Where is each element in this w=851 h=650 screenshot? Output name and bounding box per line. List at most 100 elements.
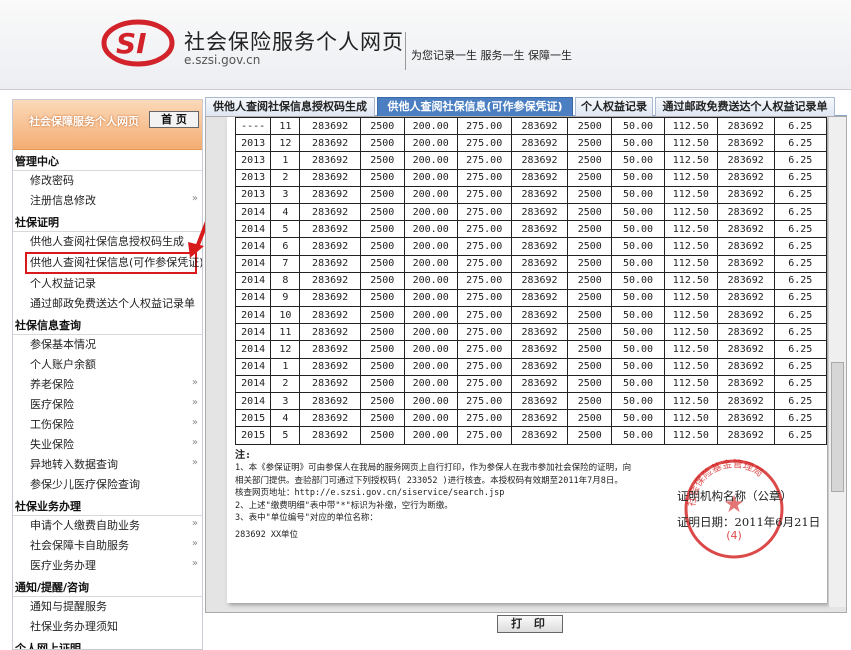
sidebar-item[interactable]: 修改密码	[13, 171, 202, 191]
sidebar-item-label: 失业保险	[30, 438, 74, 451]
tab[interactable]: 供他人查阅社保信息授权码生成	[205, 97, 375, 116]
scrollbar-thumb[interactable]	[831, 362, 844, 492]
table-cell: 283692	[299, 151, 361, 170]
table-cell: 283692	[510, 323, 569, 342]
sidebar-item[interactable]: 注册信息修改»	[13, 191, 202, 211]
sidebar-item[interactable]: 供他人查阅社保信息授权码生成	[13, 232, 202, 252]
sidebar: 社会保障服务个人网页 首 页 管理中心 修改密码 注册信息修改» 社保证明 供他人查阅社…	[12, 99, 203, 650]
table-cell: 9	[270, 288, 301, 308]
sidebar-item[interactable]: 医疗业务办理 »	[13, 556, 202, 576]
table-cell: 112.50	[663, 254, 718, 273]
sidebar-item-label: 通过邮政免费送达个人权益记录单	[30, 297, 195, 310]
table-cell: 283692	[510, 391, 569, 411]
table-cell: 283692	[716, 288, 775, 308]
sidebar-item[interactable]: 社会保障卡自助服务 »	[13, 536, 202, 556]
document-viewer: ---- 11 283692 2500 200.00 275.00 283692 2500 50…	[205, 116, 847, 613]
sidebar-item[interactable]: 养老保险 »	[13, 375, 202, 395]
sidebar-item-label: 注册信息修改	[30, 194, 96, 207]
sidebar-item[interactable]: 个人权益记录	[13, 274, 202, 294]
table-cell: 283692	[299, 391, 361, 411]
site-title: 社会保险服务个人网页	[184, 30, 404, 54]
table-cell: 2014	[234, 202, 272, 222]
sidebar-item[interactable]: 工伤保险 »	[13, 415, 202, 435]
table-cell: 275.00	[456, 168, 512, 187]
table-cell: 283692	[716, 237, 775, 256]
unit-line: 283692 XX单位	[235, 530, 299, 541]
table-cell: 2500	[359, 357, 405, 376]
tab-bar: 供他人查阅社保信息授权码生成 供他人查阅社保信息(可作参保凭证) 个人权益记录 通过邮…	[205, 97, 847, 116]
table-cell: 283692	[716, 391, 775, 411]
table-cell: 6.25	[773, 306, 828, 325]
sidebar-item-label: 个人账户余额	[30, 358, 96, 371]
table-cell: 275.00	[456, 271, 512, 290]
note-line: 相关部门提供。查验部门可通过下列授权码( 233052 )进行核查。本授权码有效…	[235, 475, 623, 486]
sidebar-item[interactable]: 医疗保险 »	[13, 395, 202, 415]
table-cell: 6.25	[773, 117, 828, 136]
table-cell: 2500	[359, 323, 405, 342]
table-row: 2014 12 283692 2500 200.00 275.00 283692 2500 50…	[234, 340, 828, 359]
table-cell: 200.00	[403, 409, 458, 428]
sidebar-item[interactable]: 供他人查阅社保信息(可作参保凭证)	[25, 252, 202, 274]
sidebar-group-title: 管理中心	[13, 152, 202, 171]
table-cell: 2500	[567, 340, 613, 359]
sidebar-header: 社会保障服务个人网页 首 页	[13, 100, 202, 150]
table-cell: 6.25	[773, 202, 828, 222]
table-cell: 283692	[299, 323, 361, 342]
table-cell: 283692	[510, 168, 569, 187]
table-cell: 2015	[234, 426, 272, 445]
table-cell: 283692	[716, 202, 775, 222]
table-cell: 275.00	[456, 391, 512, 411]
table-cell: 50.00	[611, 117, 665, 136]
document-scrollbar[interactable]	[828, 117, 846, 607]
table-cell: 283692	[510, 202, 569, 222]
print-button[interactable]: 打 印	[497, 615, 563, 633]
home-button[interactable]: 首 页	[149, 111, 199, 128]
table-cell: 200.00	[403, 168, 458, 187]
sidebar-item[interactable]: 个人账户余额	[13, 355, 202, 375]
table-cell: 2014	[234, 340, 272, 359]
table-cell: 2500	[567, 426, 613, 445]
expand-arrow-icon: »	[191, 457, 198, 468]
table-cell: 283692	[299, 168, 361, 187]
table-cell: 283692	[510, 185, 569, 204]
table-cell: 2500	[567, 185, 613, 204]
sidebar-item[interactable]: 失业保险 »	[13, 435, 202, 455]
expand-arrow-icon: »	[191, 397, 198, 408]
note-line: 核查网页地址：http://e.szsi.gov.cn/siservice/se…	[235, 488, 505, 499]
table-cell: 2500	[359, 426, 405, 445]
table-cell: 2500	[567, 117, 613, 136]
table-cell: 283692	[510, 151, 569, 170]
table-cell: 2500	[359, 254, 405, 273]
sidebar-item[interactable]: 通知与提醒服务	[13, 597, 202, 617]
table-cell: 200.00	[403, 426, 458, 445]
sidebar-item[interactable]: 申请个人缴费自助业务 »	[13, 516, 202, 536]
tab[interactable]: 供他人查阅社保信息(可作参保凭证)	[377, 97, 573, 116]
sidebar-item[interactable]: 社保业务办理须知	[13, 617, 202, 637]
table-cell: 2014	[234, 220, 272, 239]
tab[interactable]: 个人权益记录	[575, 97, 653, 116]
table-cell: 200.00	[403, 185, 458, 204]
sidebar-item[interactable]: 异地转入数据查询 »	[13, 455, 202, 475]
table-cell: 112.50	[663, 117, 718, 136]
table-cell: 283692	[299, 374, 361, 394]
table-cell: 200.00	[403, 323, 458, 342]
table-cell: 50.00	[611, 340, 665, 359]
sidebar-item[interactable]: 参保少儿医疗保险查询	[13, 475, 202, 495]
table-cell: 50.00	[611, 220, 665, 239]
table-cell: 50.00	[611, 306, 665, 325]
site-header: SI 社会保险服务个人网页 e.szsi.gov.cn 为您记录一生 服务一生 …	[0, 0, 851, 90]
table-cell: 50.00	[611, 288, 665, 308]
table-cell: 2500	[359, 306, 405, 325]
table-cell: 2500	[359, 117, 405, 136]
table-cell: 2500	[567, 288, 613, 308]
table-cell: 6.25	[773, 237, 828, 256]
table-cell: 283692	[510, 374, 569, 394]
table-cell: 11	[270, 323, 301, 342]
table-cell: 50.00	[611, 426, 665, 445]
tab[interactable]: 通过邮政免费送达个人权益记录单	[655, 97, 835, 116]
sidebar-item-label: 申请个人缴费自助业务	[30, 519, 140, 532]
sidebar-item[interactable]: 参保基本情况	[13, 335, 202, 355]
sidebar-item[interactable]: 通过邮政免费送达个人权益记录单	[13, 294, 202, 314]
table-cell: 2013	[234, 185, 272, 204]
table-cell: 6.25	[773, 151, 828, 170]
